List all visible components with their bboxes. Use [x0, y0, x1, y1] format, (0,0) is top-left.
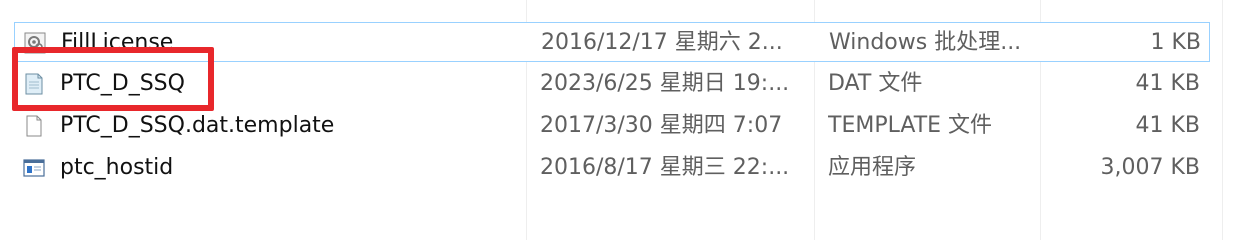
application-window-icon — [22, 156, 46, 180]
file-row-ptc-d-ssq-template[interactable]: PTC_D_SSQ.dat.template 2017/3/30 星期四 7:0… — [14, 106, 1210, 146]
file-name: PTC_D_SSQ — [60, 71, 185, 96]
file-date-modified: 2017/3/30 星期四 7:07 — [540, 113, 783, 138]
dat-file-icon — [22, 72, 46, 96]
file-name: PTC_D_SSQ.dat.template — [60, 113, 335, 138]
file-name: ptc_hostid — [60, 155, 174, 180]
file-size: 1 KB — [1150, 30, 1201, 55]
file-date-modified: 2016/12/17 星期六 2... — [541, 30, 783, 55]
file-type: 应用程序 — [828, 155, 917, 180]
file-row-ptc-d-ssq[interactable]: PTC_D_SSQ 2023/6/25 星期日 19:... DAT 文件 41… — [14, 64, 1210, 104]
batch-file-gear-icon — [23, 31, 47, 55]
file-row-filllicense[interactable]: FillLicense 2016/12/17 星期六 2... Windows … — [14, 22, 1210, 62]
file-date-modified: 2023/6/25 星期日 19:... — [540, 71, 790, 96]
file-size: 41 KB — [1135, 71, 1200, 96]
blank-file-icon — [22, 114, 46, 138]
file-type: Windows 批处理... — [829, 30, 1022, 55]
file-list: FillLicense 2016/12/17 星期六 2... Windows … — [0, 0, 1254, 240]
file-date-modified: 2016/8/17 星期三 22:... — [540, 155, 790, 180]
file-name: FillLicense — [61, 30, 174, 55]
file-row-ptc-hostid[interactable]: ptc_hostid 2016/8/17 星期三 22:... 应用程序 3,0… — [14, 148, 1210, 188]
file-type: DAT 文件 — [828, 71, 923, 96]
file-size: 3,007 KB — [1100, 155, 1201, 180]
file-size: 41 KB — [1135, 113, 1200, 138]
file-type: TEMPLATE 文件 — [828, 113, 993, 138]
